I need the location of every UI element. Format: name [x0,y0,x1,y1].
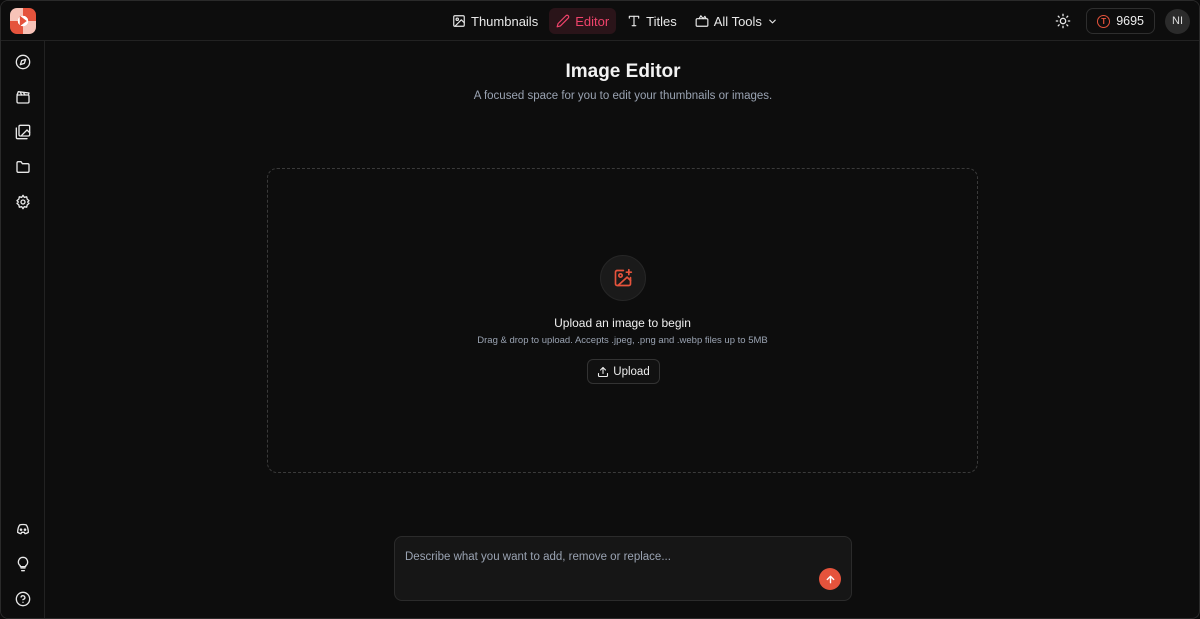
compass-icon [15,54,31,70]
pencil-icon [556,14,570,28]
top-bar: Thumbnails Editor Titles All Tools T 969… [1,1,1199,41]
app-logo-icon[interactable] [10,8,36,34]
image-plus-icon [600,255,646,301]
nav-thumbnails-label: Thumbnails [471,13,539,29]
gear-icon [16,194,30,210]
arrow-up-icon [826,575,834,583]
upload-button[interactable]: Upload [587,359,660,384]
avatar[interactable]: NI [1165,8,1190,34]
sidebar-item-settings[interactable] [12,191,34,213]
sun-icon [1055,13,1071,29]
nav-titles[interactable]: Titles [620,8,684,34]
theme-toggle-button[interactable] [1050,8,1076,34]
prompt-input[interactable] [405,547,805,567]
sidebar [1,41,45,618]
folder-icon [16,161,30,173]
credits-badge[interactable]: T 9695 [1086,8,1155,34]
upload-dropzone[interactable]: Upload an image to begin Drag & drop to … [267,168,978,473]
nav-all-tools[interactable]: All Tools [688,8,785,34]
prompt-box [394,536,852,601]
sidebar-item-folders[interactable] [12,156,34,178]
sidebar-item-gallery[interactable] [12,121,34,143]
credits-count: 9695 [1116,14,1144,28]
send-button[interactable] [819,568,841,590]
nav-all-tools-label: All Tools [713,13,762,29]
top-right-controls: T 9695 NI [1050,8,1190,34]
upload-button-label: Upload [613,365,650,378]
upload-icon [598,366,609,377]
main-content: Image Editor A focused space for you to … [45,41,1199,618]
sidebar-item-help[interactable] [12,588,34,610]
image-icon [453,15,465,27]
lightbulb-icon [17,556,29,572]
text-icon [628,15,640,27]
sidebar-item-videos[interactable] [12,86,34,108]
nav-editor-label: Editor [575,13,610,29]
sidebar-item-discord[interactable] [12,518,34,540]
chevron-down-icon [769,19,776,23]
page-title: Image Editor [565,61,681,82]
dropzone-description: Drag & drop to upload. Accepts .jpeg, .p… [477,335,768,346]
help-icon [15,591,31,607]
clapperboard-icon [16,91,30,104]
discord-icon [17,523,29,535]
sidebar-item-explore[interactable] [12,51,34,73]
sidebar-item-ideas[interactable] [12,553,34,575]
gallery-icon [15,124,31,140]
credit-coin-icon: T [1097,14,1111,28]
nav-thumbnails[interactable]: Thumbnails [445,8,545,34]
nav-titles-label: Titles [646,13,677,29]
page-subtitle: A focused space for you to edit your thu… [473,90,773,102]
dropzone-title: Upload an image to begin [554,316,691,330]
nav-editor[interactable]: Editor [549,8,617,34]
app-window: Thumbnails Editor Titles All Tools T 969… [0,0,1200,619]
main-nav: Thumbnails Editor Titles All Tools [445,8,785,34]
toolbox-icon [695,15,709,27]
